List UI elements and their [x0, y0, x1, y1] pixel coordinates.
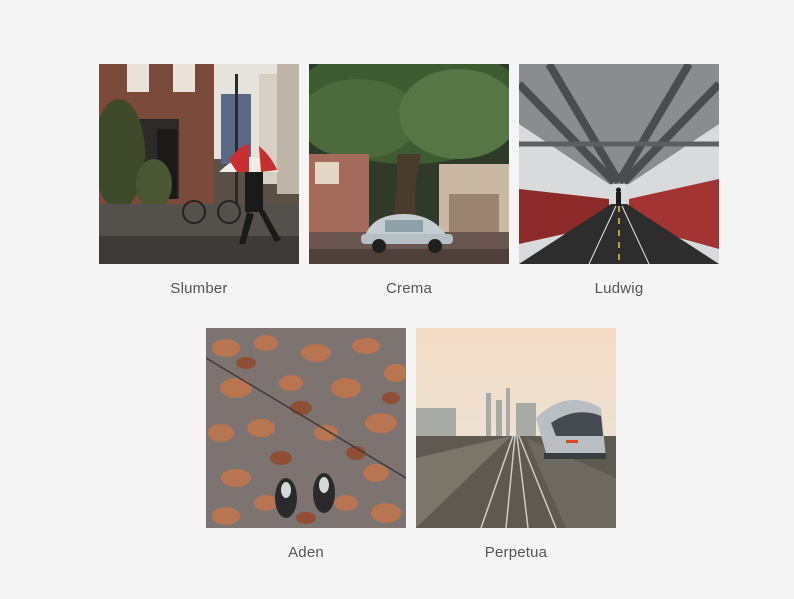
filter-label-crema: Crema	[385, 280, 432, 297]
filter-tile-crema[interactable]: Crema	[309, 64, 509, 297]
filter-tile-perpetua[interactable]: Perpetua	[416, 328, 616, 561]
vintage-car-tree-photo[interactable]	[309, 64, 509, 264]
filter-tile-aden[interactable]: Aden	[206, 328, 406, 561]
bridge-walkway-photo[interactable]	[519, 64, 719, 264]
filter-label-aden: Aden	[288, 544, 324, 561]
filter-tile-slumber[interactable]: Slumber	[99, 64, 299, 297]
filter-label-ludwig: Ludwig	[594, 280, 644, 297]
filter-tile-ludwig[interactable]: Ludwig	[519, 64, 719, 297]
street-umbrella-photo[interactable]	[99, 64, 299, 264]
filter-label-perpetua: Perpetua	[484, 544, 548, 561]
autumn-leaves-shoes-photo[interactable]	[206, 328, 406, 528]
train-city-skyline-photo[interactable]	[416, 328, 616, 528]
filter-label-slumber: Slumber	[170, 280, 228, 297]
